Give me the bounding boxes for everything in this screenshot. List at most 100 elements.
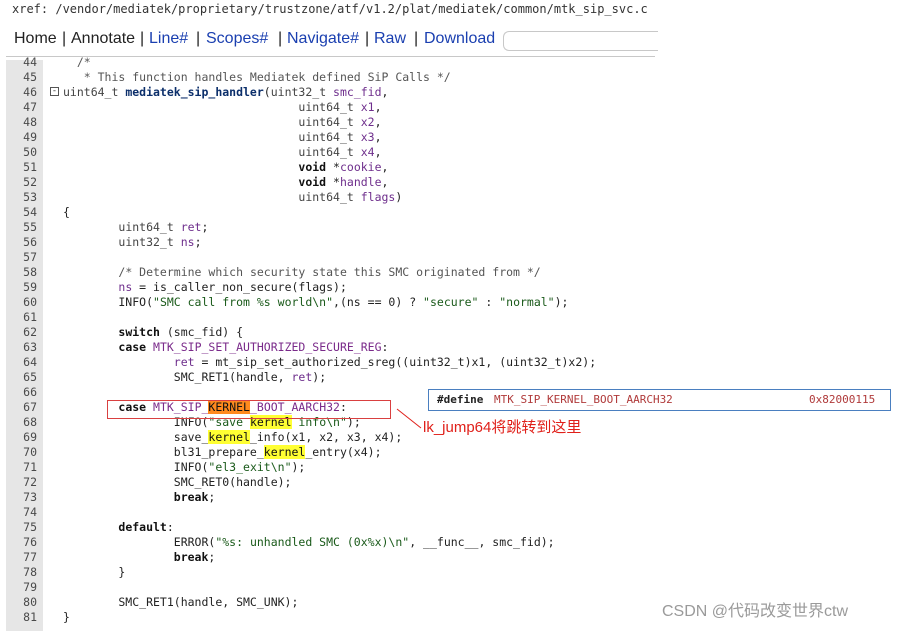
code-text: uint64_t flags) xyxy=(63,190,402,205)
code-token: : xyxy=(381,340,389,354)
line-number-link[interactable]: 56 xyxy=(6,235,37,250)
code-token: ; xyxy=(208,550,216,564)
code-token: , xyxy=(374,100,382,114)
code-token: , xyxy=(381,160,389,174)
line-number-link[interactable]: 81 xyxy=(6,610,37,625)
line-number-link[interactable]: 69 xyxy=(6,430,37,445)
code-token[interactable]: ns xyxy=(118,280,132,294)
code-token[interactable]: x1 xyxy=(361,100,375,114)
code-token[interactable]: MTK_SIP_SET_AUTHORIZED_SECURE_REG xyxy=(153,340,381,354)
line-number-link[interactable]: 65 xyxy=(6,370,37,385)
line-number-link[interactable]: 62 xyxy=(6,325,37,340)
code-token[interactable]: cookie xyxy=(340,160,382,174)
code-token[interactable]: mediatek_sip_handler xyxy=(125,85,263,99)
code-text: void *handle, xyxy=(63,175,388,190)
line-number-link[interactable]: 47 xyxy=(6,100,37,115)
annotation-text: lk_jump64将跳转到这里 xyxy=(423,419,582,436)
code-token[interactable]: smc_fid xyxy=(333,85,381,99)
nav-download-link[interactable]: Download xyxy=(424,26,495,52)
code-token: void xyxy=(298,160,334,174)
nav-home-link[interactable]: Home xyxy=(14,26,57,52)
code-token: uint64_t xyxy=(63,85,126,99)
code-token: "secure" xyxy=(423,295,479,309)
line-number-link[interactable]: 53 xyxy=(6,190,37,205)
nav-scopes-link[interactable]: Scopes# xyxy=(206,26,268,52)
search-input[interactable] xyxy=(503,31,658,51)
nav-annotate-link[interactable]: Annotate xyxy=(71,26,135,52)
line-number-link[interactable]: 71 xyxy=(6,460,37,475)
line-number-link[interactable]: 73 xyxy=(6,490,37,505)
line-number-link[interactable]: 64 xyxy=(6,355,37,370)
code-text: ret = mt_sip_set_authorized_sreg((uint32… xyxy=(63,355,596,370)
code-token: } xyxy=(63,565,126,579)
line-number-link[interactable]: 48 xyxy=(6,115,37,130)
line-number-link[interactable]: 54 xyxy=(6,205,37,220)
code-token: uint64_t xyxy=(298,115,361,129)
nav-raw-link[interactable]: Raw xyxy=(374,26,406,52)
fold-toggle-icon[interactable]: - xyxy=(50,87,59,96)
code-token[interactable]: ret xyxy=(174,355,195,369)
code-token: uint64_t xyxy=(298,145,361,159)
line-number-link[interactable]: 72 xyxy=(6,475,37,490)
code-token[interactable]: ns xyxy=(181,235,195,249)
line-number-link[interactable]: 76 xyxy=(6,535,37,550)
line-number-link[interactable]: 44 xyxy=(6,56,37,70)
line-number-link[interactable]: 49 xyxy=(6,130,37,145)
code-text: ERROR("%s: unhandled SMC (0x%x)\n", __fu… xyxy=(63,535,555,550)
line-number-link[interactable]: 68 xyxy=(6,415,37,430)
code-token: , xyxy=(381,175,389,189)
code-token: , xyxy=(374,145,382,159)
code-token[interactable]: handle xyxy=(340,175,382,189)
code-token: , xyxy=(374,130,382,144)
code-token: break xyxy=(173,550,209,564)
line-number-link[interactable]: 52 xyxy=(6,175,37,190)
tooltip-macro-value: 0x82000115 xyxy=(809,393,876,406)
code-token: uint64_t xyxy=(118,220,181,234)
code-text: case MTK_SIP_SET_AUTHORIZED_SECURE_REG: xyxy=(63,340,388,355)
line-number-link[interactable]: 61 xyxy=(6,310,37,325)
line-number-link[interactable]: 46 xyxy=(6,85,37,100)
line-number-link[interactable]: 45 xyxy=(6,70,37,85)
code-text: INFO("SMC call from %s world\n",(ns == 0… xyxy=(63,295,568,310)
code-text: void *cookie, xyxy=(63,160,388,175)
line-number-link[interactable]: 77 xyxy=(6,550,37,565)
code-token[interactable]: ret xyxy=(291,370,312,384)
code-token[interactable]: ret xyxy=(181,220,202,234)
line-number-link[interactable]: 78 xyxy=(6,565,37,580)
line-number-link[interactable]: 58 xyxy=(6,265,37,280)
code-token: , xyxy=(374,115,382,129)
line-number-link[interactable]: 59 xyxy=(6,280,37,295)
code-text: uint64_t mediatek_sip_handler(uint32_t s… xyxy=(63,85,388,100)
line-number-link[interactable]: 66 xyxy=(6,385,37,400)
line-number-link[interactable]: 63 xyxy=(6,340,37,355)
line-number-link[interactable]: 74 xyxy=(6,505,37,520)
line-number-link[interactable]: 67 xyxy=(6,400,37,415)
code-text: bl31_prepare_kernel_entry(x4); xyxy=(63,445,382,460)
code-token[interactable]: x3 xyxy=(361,130,375,144)
code-token: default xyxy=(118,520,167,534)
line-number-link[interactable]: 80 xyxy=(6,595,37,610)
line-number-link[interactable]: 50 xyxy=(6,145,37,160)
code-token[interactable]: x2 xyxy=(361,115,375,129)
line-number-link[interactable]: 51 xyxy=(6,160,37,175)
line-number-link[interactable]: 79 xyxy=(6,580,37,595)
nav-line-link[interactable]: Line# xyxy=(149,26,188,52)
code-text: uint32_t ns; xyxy=(63,235,201,250)
line-number-link[interactable]: 75 xyxy=(6,520,37,535)
nav-navigate-link[interactable]: Navigate# xyxy=(287,26,359,52)
line-number-link[interactable]: 70 xyxy=(6,445,37,460)
code-token: ) xyxy=(395,190,403,204)
code-token[interactable]: x4 xyxy=(361,145,375,159)
line-number-link[interactable]: 57 xyxy=(6,250,37,265)
line-number-link[interactable]: 55 xyxy=(6,220,37,235)
code-token[interactable]: flags xyxy=(361,190,396,204)
code-token: SMC_RET1(handle, SMC_UNK); xyxy=(63,595,299,609)
line-number-link[interactable]: 60 xyxy=(6,295,37,310)
